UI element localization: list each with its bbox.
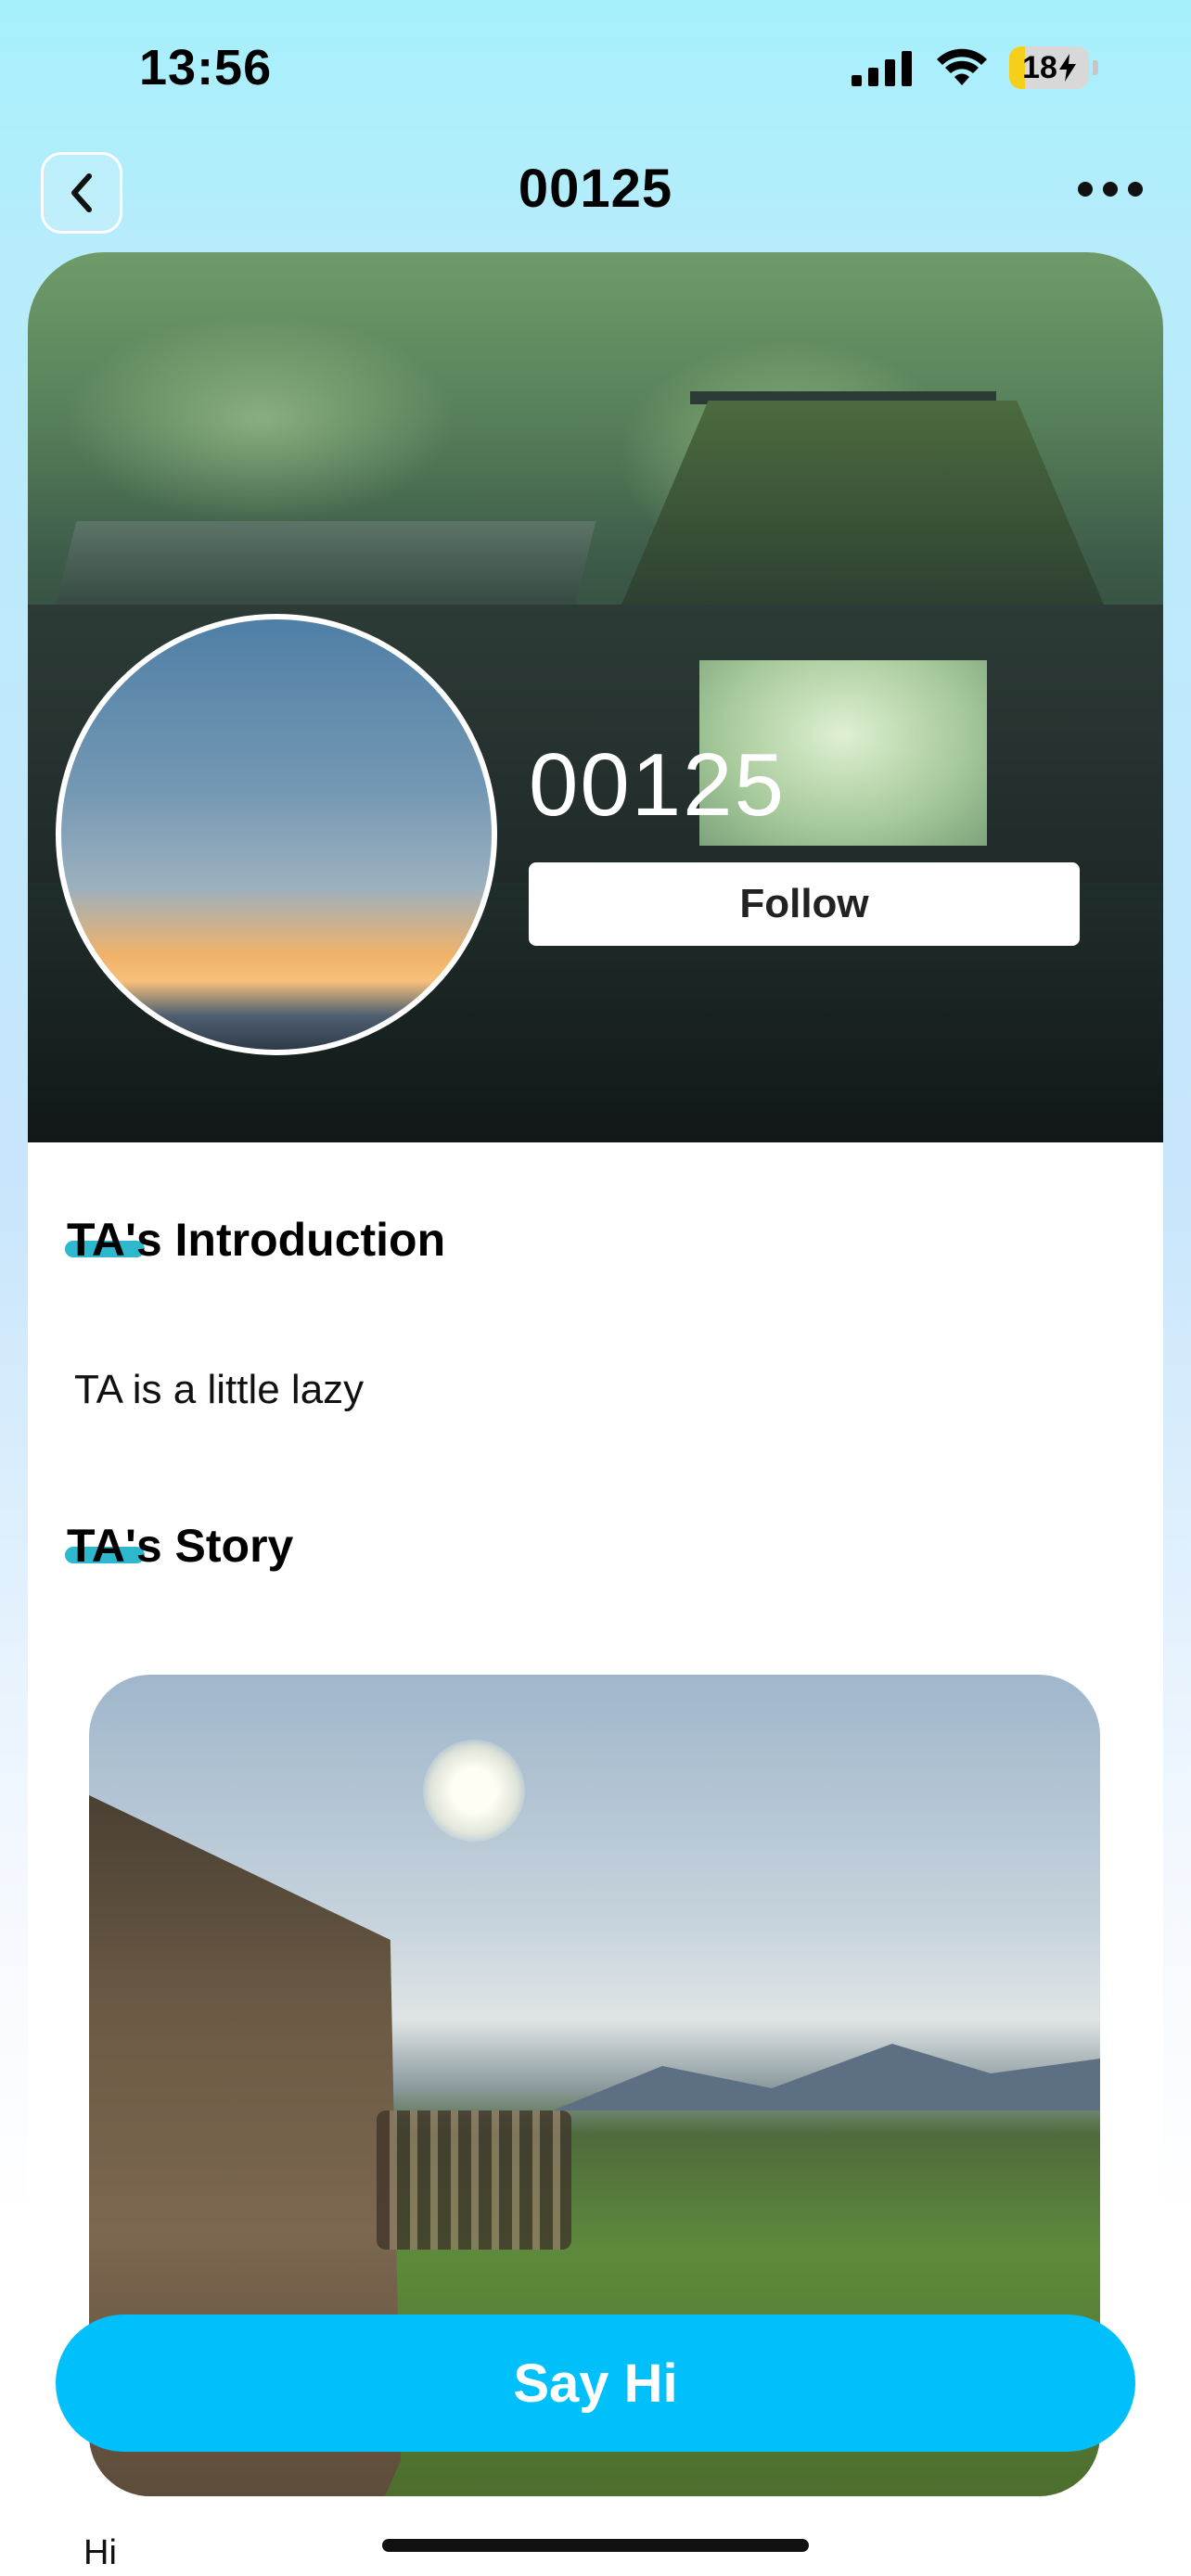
- follow-button[interactable]: Follow: [529, 862, 1080, 946]
- more-options-button[interactable]: [1078, 178, 1143, 200]
- cover-image: 00125 Follow: [28, 252, 1163, 1142]
- avatar[interactable]: [56, 614, 497, 1055]
- cover-roof-right: [621, 401, 1104, 605]
- introduction-text: TA is a little lazy: [74, 1367, 365, 1412]
- profile-name: 00125: [529, 735, 786, 835]
- page-title: 00125: [518, 159, 673, 219]
- profile-card: 00125 Follow TA's Introduction TA is a l…: [28, 252, 1163, 2576]
- story-heading: TA's Story: [65, 1519, 294, 1573]
- story-photo-vehicle-grille: [377, 2111, 571, 2250]
- charging-bolt-icon: [1058, 54, 1076, 82]
- battery-tip: [1093, 60, 1098, 75]
- introduction-heading: TA's Introduction: [65, 1213, 446, 1267]
- ellipsis-icon-dot: [1103, 182, 1118, 197]
- ellipsis-icon-dot: [1128, 182, 1143, 197]
- cellular-signal-icon: [852, 51, 912, 86]
- status-icons: 18: [852, 46, 1098, 89]
- story-photo-mountains: [553, 2044, 1100, 2111]
- story-heading-text: TA's Story: [67, 1520, 294, 1572]
- cover-roof-left: [53, 521, 596, 614]
- introduction-heading-text: TA's Introduction: [67, 1214, 446, 1266]
- story-caption: Hi: [83, 2533, 117, 2572]
- ellipsis-icon-dot: [1078, 182, 1093, 197]
- home-indicator: [382, 2539, 809, 2552]
- battery-icon: 18: [1009, 46, 1089, 89]
- battery-level-text: 18: [1022, 49, 1057, 85]
- story-photo-sun: [423, 1740, 525, 1842]
- wifi-icon: [937, 48, 987, 85]
- say-hi-button[interactable]: Say Hi: [56, 2315, 1135, 2452]
- status-time: 13:56: [139, 40, 273, 96]
